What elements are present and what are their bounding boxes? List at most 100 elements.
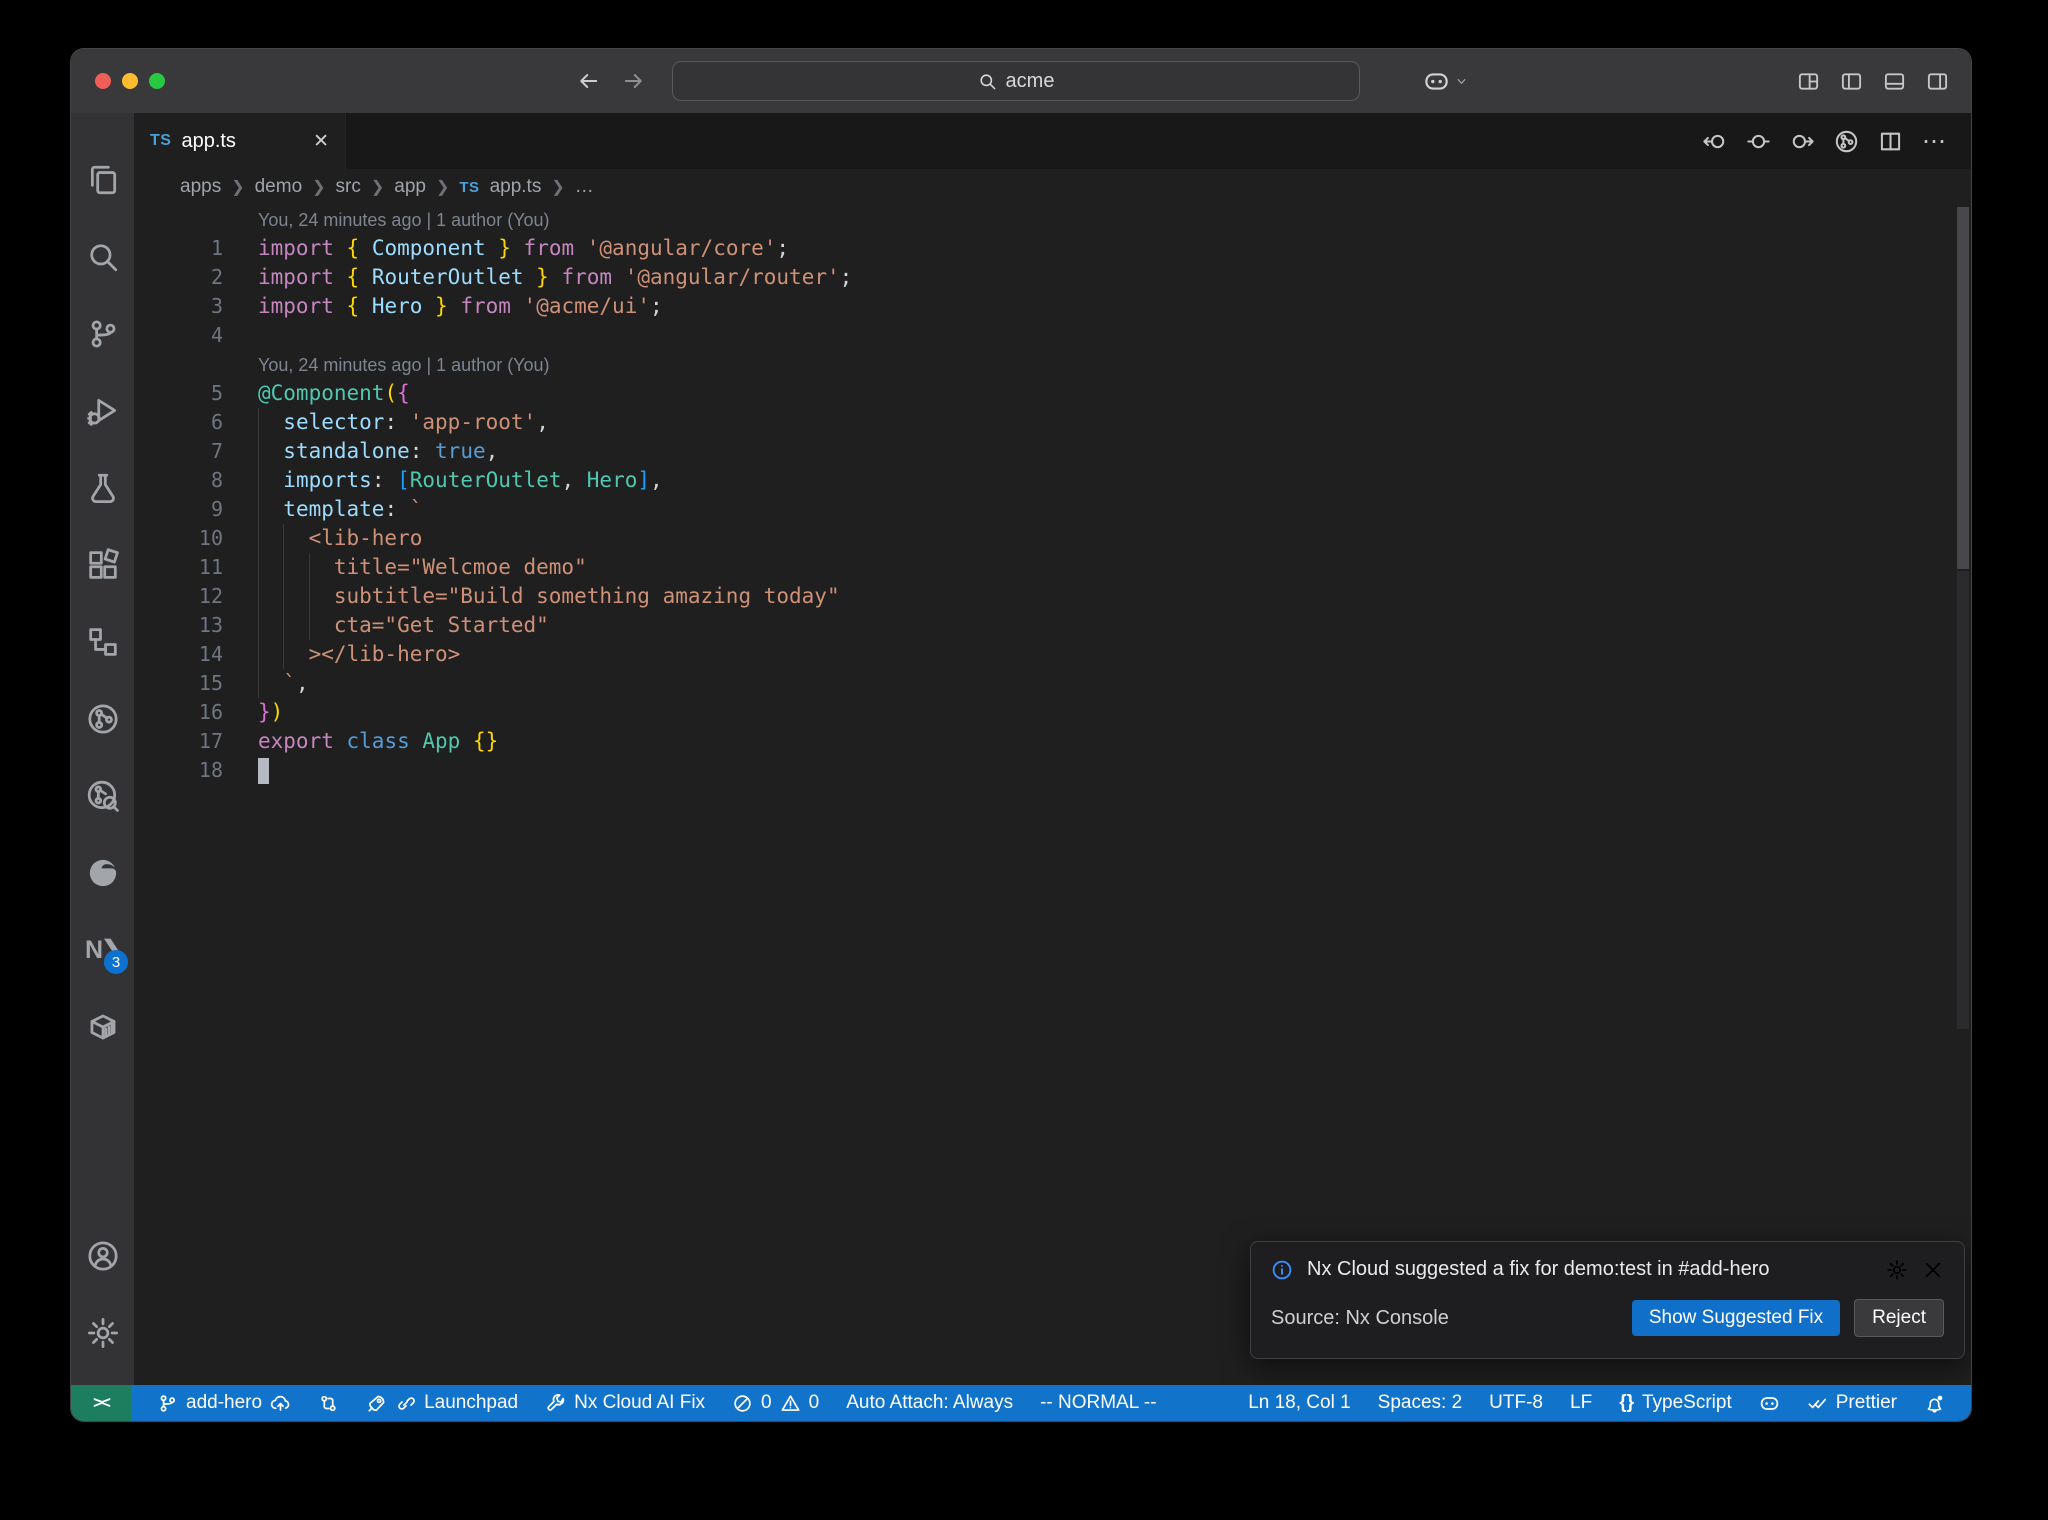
breadcrumb-item[interactable]: src xyxy=(336,176,361,198)
auto-attach-status[interactable]: Auto Attach: Always xyxy=(846,1392,1013,1414)
indent-guide xyxy=(258,611,259,640)
braces-icon: {} xyxy=(1619,1392,1634,1413)
code-text: import { RouterOutlet } from '@angular/r… xyxy=(258,265,853,289)
activity-item-settings-gear[interactable] xyxy=(71,1294,134,1371)
code-text: `, xyxy=(238,669,309,698)
problems-status[interactable]: 00 xyxy=(732,1392,819,1414)
indent-guide xyxy=(258,553,259,582)
activity-item-gitlens[interactable] xyxy=(71,680,134,757)
text-cursor xyxy=(258,758,269,784)
breadcrumb-separator-icon: ❯ xyxy=(312,179,326,196)
activity-item-flowchart[interactable] xyxy=(71,603,134,680)
circle-outline-icon[interactable] xyxy=(1746,129,1771,154)
activity-item-source-control[interactable] xyxy=(71,295,134,372)
vim-mode-status[interactable]: -- NORMAL -- xyxy=(1040,1392,1156,1414)
notification-source: Source: Nx Console xyxy=(1271,1306,1449,1329)
code-line: 17 export class App {} xyxy=(134,727,1957,756)
error-icon xyxy=(732,1393,753,1414)
circled-branch-icon[interactable] xyxy=(1834,129,1859,154)
nav-back-circle-icon[interactable] xyxy=(1702,129,1727,154)
branch-status[interactable]: add-hero xyxy=(157,1392,291,1414)
history-forward-icon[interactable] xyxy=(622,69,646,93)
copilot-icon xyxy=(1759,1393,1780,1414)
traffic-light-minimize[interactable] xyxy=(122,73,138,89)
activity-item-edge-browser[interactable] xyxy=(71,834,134,911)
command-center-search[interactable]: acme xyxy=(672,61,1360,101)
tab-label: app.ts xyxy=(181,129,236,152)
indent-guide xyxy=(283,582,285,611)
extensions-icon xyxy=(86,547,120,582)
remote-indicator[interactable]: >< xyxy=(71,1385,131,1421)
customize-layout-icon[interactable] xyxy=(1797,70,1820,93)
search-icon xyxy=(978,72,997,91)
status-label: Ln 18, Col 1 xyxy=(1248,1392,1351,1413)
breadcrumb-item[interactable]: … xyxy=(575,176,594,198)
toggle-panel-icon[interactable] xyxy=(1883,70,1906,93)
activity-item-explorer[interactable] xyxy=(71,141,134,218)
activity-item-run-debug[interactable] xyxy=(71,372,134,449)
activity-item-extensions[interactable] xyxy=(71,526,134,603)
breadcrumb-item[interactable]: app.ts xyxy=(490,176,542,198)
git-blame-annotation: You, 24 minutes ago | 1 author (You) xyxy=(258,210,550,230)
history-back-icon[interactable] xyxy=(576,69,600,93)
notification-close-icon[interactable] xyxy=(1922,1259,1944,1281)
nav-forward-circle-icon[interactable] xyxy=(1790,129,1815,154)
wrench-icon xyxy=(545,1393,566,1414)
status-label: Launchpad xyxy=(424,1392,519,1413)
warning-icon xyxy=(780,1393,801,1414)
code-line: 10 <lib-hero xyxy=(134,524,1957,553)
notification-settings-icon[interactable] xyxy=(1886,1259,1908,1281)
cursor-position-status[interactable]: Ln 18, Col 1 xyxy=(1248,1392,1350,1414)
notification-title: Nx Cloud suggested a fix for demo:test i… xyxy=(1307,1258,1770,1280)
layout-controls xyxy=(1797,49,1949,113)
breadcrumb-item[interactable]: demo xyxy=(255,176,303,198)
status-label: 0 xyxy=(761,1392,772,1413)
copilot-status[interactable] xyxy=(1759,1393,1780,1414)
git-graph-status[interactable] xyxy=(318,1393,339,1414)
tab-close-icon[interactable]: ✕ xyxy=(313,130,329,153)
scrollbar-thumb[interactable] xyxy=(1957,207,1969,569)
nx-cloud-fix-status[interactable]: Nx Cloud AI Fix xyxy=(545,1392,705,1414)
git-branch-icon xyxy=(157,1393,178,1414)
toggle-secondary-sidebar-icon[interactable] xyxy=(1926,70,1949,93)
code-line: 11 title="Welcmoe demo" xyxy=(134,553,1957,582)
activity-item-search[interactable] xyxy=(71,218,134,295)
toggle-sidebar-icon[interactable] xyxy=(1840,70,1863,93)
line-number: 2 xyxy=(210,265,223,289)
language-status[interactable]: {} TypeScript xyxy=(1619,1392,1732,1414)
activity-item-testing[interactable] xyxy=(71,449,134,526)
code-line: 4 xyxy=(134,321,1957,350)
indentation-status[interactable]: Spaces: 2 xyxy=(1378,1392,1463,1414)
activity-item-nx-console[interactable]: N❯ 3 xyxy=(71,911,134,988)
line-number: 6 xyxy=(210,410,223,434)
eol-status[interactable]: LF xyxy=(1570,1392,1592,1414)
traffic-light-maximize[interactable] xyxy=(149,73,165,89)
split-editor-icon[interactable] xyxy=(1878,129,1903,154)
activity-item-account[interactable] xyxy=(71,1217,134,1294)
code-line: 18 xyxy=(134,756,1957,785)
activity-bar-bottom xyxy=(71,1217,134,1385)
breadcrumb: apps ❯ demo ❯ src ❯ app ❯ TS app.ts ❯… xyxy=(134,169,1971,205)
line-number: 4 xyxy=(210,323,223,347)
search-icon xyxy=(86,240,120,274)
breadcrumb-item[interactable]: app xyxy=(394,176,426,198)
activity-item-gitlens-search[interactable] xyxy=(71,757,134,834)
indent-guide xyxy=(308,553,310,582)
reject-button[interactable]: Reject xyxy=(1854,1299,1944,1337)
launchpad-status[interactable]: Launchpad xyxy=(366,1392,518,1414)
status-label: add-hero xyxy=(186,1392,263,1413)
breadcrumb-separator-icon: ❯ xyxy=(551,179,565,196)
breadcrumb-item[interactable]: apps xyxy=(180,176,221,198)
line-number: 1 xyxy=(210,236,223,260)
encoding-status[interactable]: UTF-8 xyxy=(1489,1392,1543,1414)
show-suggested-fix-button[interactable]: Show Suggested Fix xyxy=(1631,1300,1841,1336)
prettier-status[interactable]: Prettier xyxy=(1807,1392,1897,1414)
tab-app-ts[interactable]: TS app.ts ✕ xyxy=(134,113,346,169)
more-actions-icon[interactable]: ⋯ xyxy=(1922,127,1947,156)
notifications-bell[interactable] xyxy=(1924,1393,1945,1414)
code-editor[interactable]: You, 24 minutes ago | 1 author (You) 1 imp… xyxy=(134,205,1957,1385)
code-text: imports: [RouterOutlet, Hero], xyxy=(238,466,663,495)
copilot-menu[interactable] xyxy=(1423,49,1469,113)
traffic-light-close[interactable] xyxy=(95,73,111,89)
activity-item-containers[interactable] xyxy=(71,988,134,1065)
